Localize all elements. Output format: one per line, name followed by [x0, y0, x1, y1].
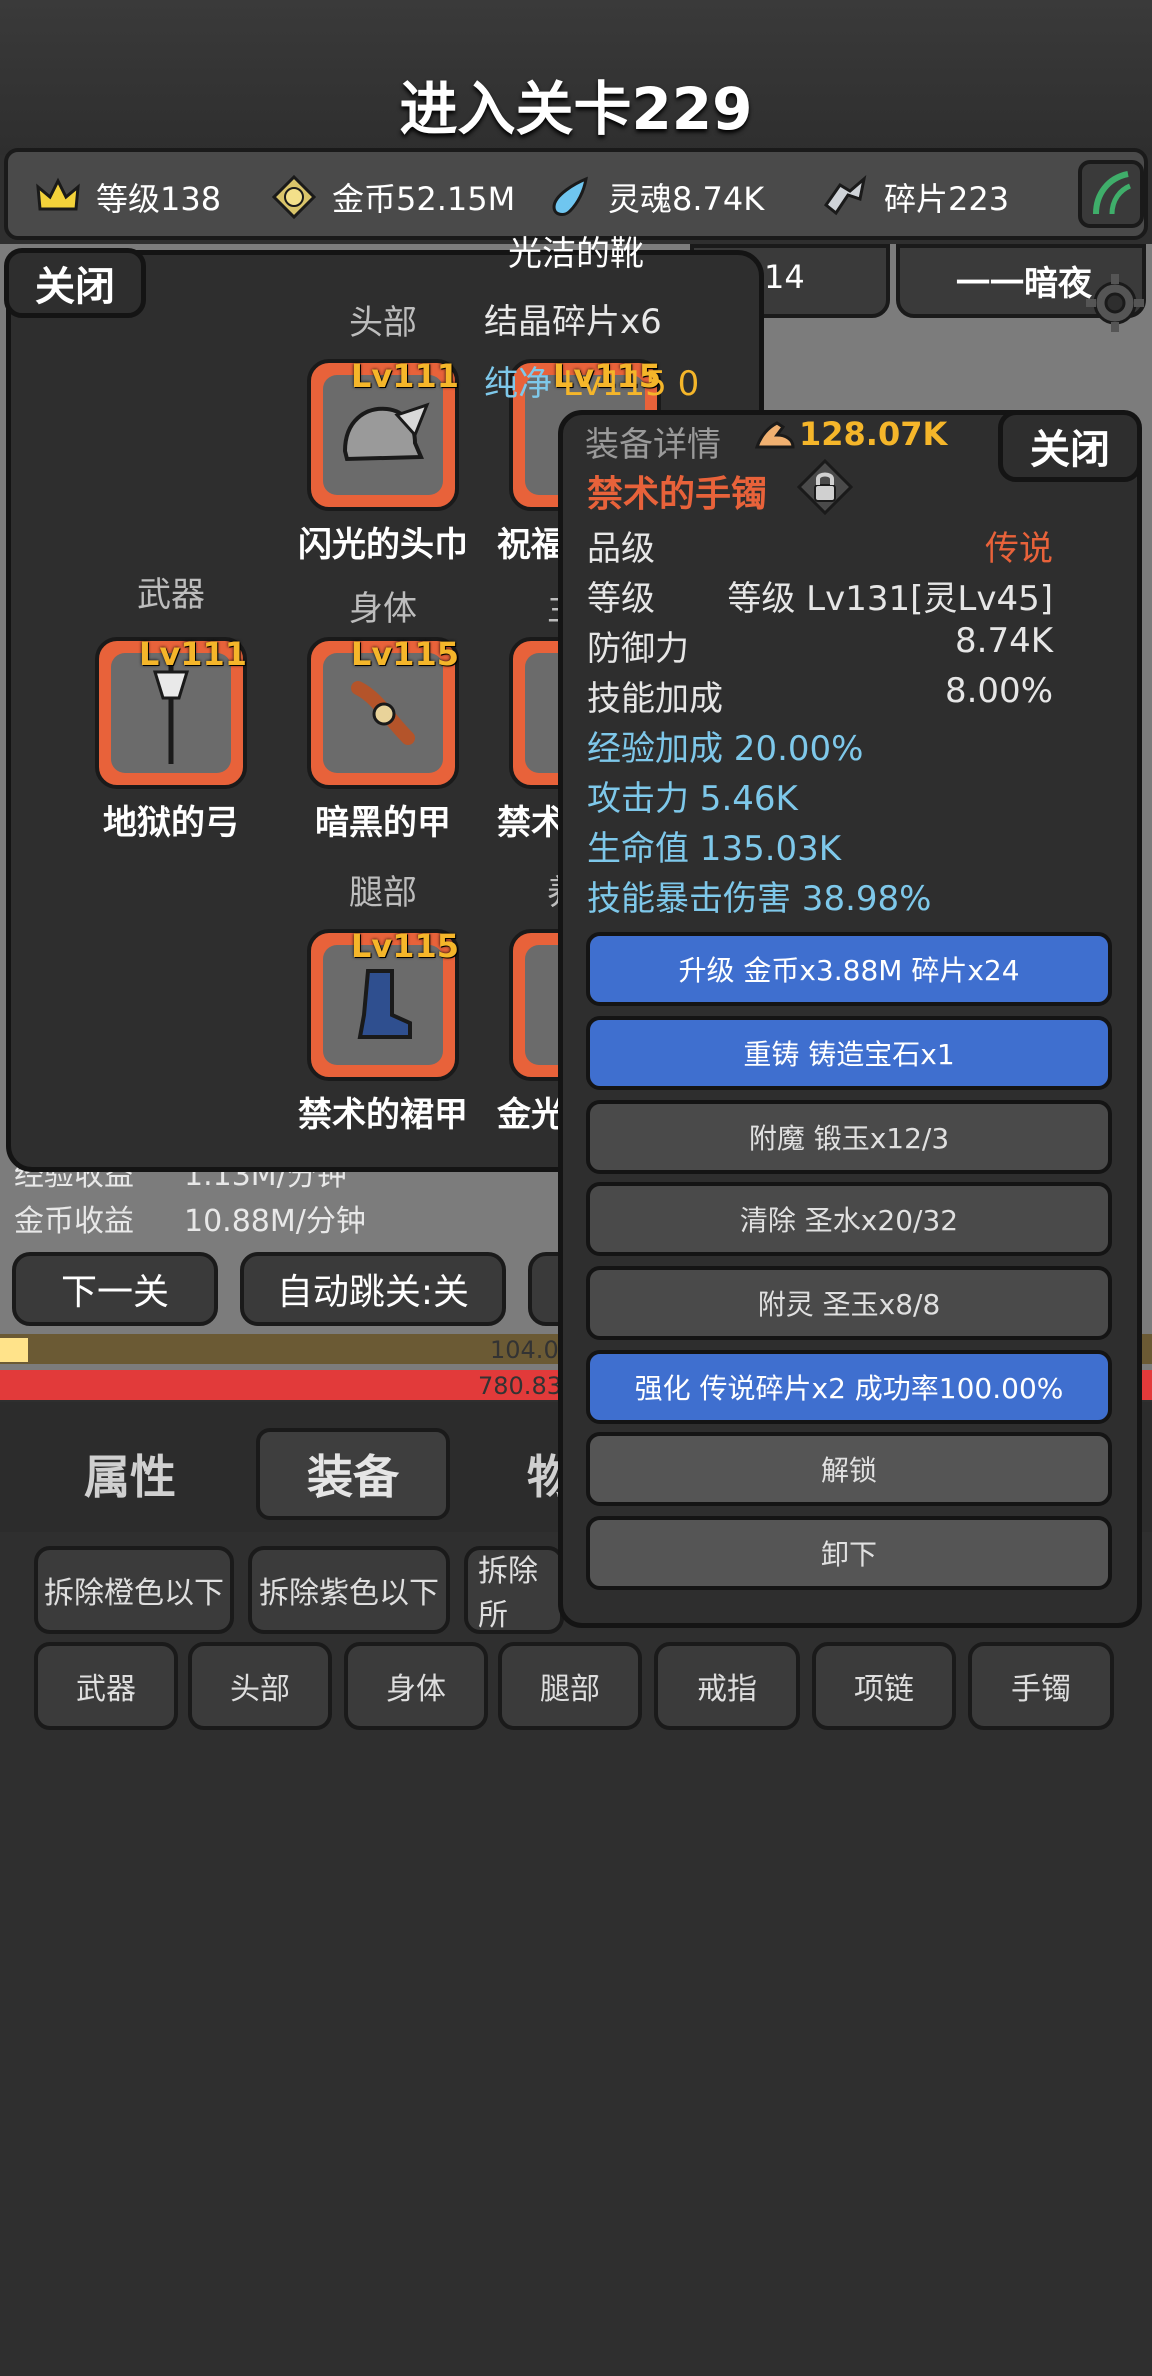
- spirit-attach-button[interactable]: 附灵 圣玉x8/8: [586, 1266, 1112, 1340]
- resource-shards: 碎片223: [822, 174, 1009, 220]
- grade-value: 传说: [985, 529, 1053, 569]
- body-slot[interactable]: Lv115: [307, 635, 459, 789]
- body-label: 身体: [349, 589, 417, 629]
- filter-ring[interactable]: 戒指: [654, 1642, 800, 1730]
- xp-value: 104.0: [490, 1336, 559, 1364]
- legs-slot[interactable]: Lv115: [307, 927, 459, 1081]
- detail-header: 装备详情: [585, 425, 721, 465]
- dismantle-all-button[interactable]: 拆除所: [464, 1546, 564, 1634]
- clear-button[interactable]: 清除 圣水x20/32: [586, 1182, 1112, 1256]
- scene-tab-2-label: 一一暗夜: [956, 264, 1092, 304]
- tooltip-purity-level: Lv115 0: [562, 364, 700, 404]
- leaf-icon: [1093, 171, 1132, 215]
- unequip-button[interactable]: 卸下: [586, 1516, 1112, 1590]
- close-equipment-button[interactable]: 关闭: [4, 248, 146, 318]
- filter-necklace[interactable]: 项链: [812, 1642, 956, 1730]
- legs-level: Lv115: [350, 927, 459, 965]
- shard-icon: [822, 173, 870, 221]
- filter-legs[interactable]: 腿部: [498, 1642, 642, 1730]
- weapon-item-name: 地狱的弓: [103, 803, 239, 843]
- reforge-button[interactable]: 重铸 铸造宝石x1: [586, 1016, 1112, 1090]
- level-label: 等级: [587, 579, 655, 619]
- tooltip-material: 结晶碎片x6: [484, 302, 662, 342]
- gear-icon[interactable]: [1084, 272, 1146, 334]
- weapon-label: 武器: [137, 575, 205, 615]
- weapon-slot[interactable]: Lv111: [95, 635, 247, 789]
- bonus-skill-crit: 技能暴击伤害 38.98%: [587, 879, 932, 919]
- strengthen-button[interactable]: 强化 传说碎片x2 成功率100.00%: [586, 1350, 1112, 1424]
- unlock-button[interactable]: 解锁: [586, 1432, 1112, 1506]
- menu-button[interactable]: [1078, 160, 1144, 228]
- filter-body[interactable]: 身体: [344, 1642, 488, 1730]
- level-text: 等级138: [96, 180, 222, 218]
- head-item-name: 闪光的头巾: [298, 525, 468, 565]
- close-detail-button[interactable]: 关闭: [998, 410, 1142, 482]
- dismantle-below-purple-button[interactable]: 拆除紫色以下: [248, 1546, 450, 1634]
- soul-text: 灵魂8.74K: [608, 180, 765, 218]
- filter-head[interactable]: 头部: [188, 1642, 332, 1730]
- gold-income-label: 金币收益: [14, 1204, 134, 1239]
- accessory-3-name: 金光: [497, 1095, 565, 1135]
- gold-text: 金币52.15M: [332, 180, 516, 218]
- upgrade-button[interactable]: 升级 金币x3.88M 碎片x24: [586, 932, 1112, 1006]
- accessory-1-name: 祝福: [497, 525, 565, 565]
- scene-tab-1-label: 14: [764, 258, 805, 296]
- tooltip-purity: 纯净 Lv115 0: [484, 356, 699, 405]
- combat-power: 128.07K: [799, 415, 948, 453]
- body-level: Lv115: [350, 635, 459, 673]
- hp-value: 780.83: [478, 1372, 562, 1400]
- strength-icon: [751, 411, 799, 459]
- coin-icon: [270, 173, 318, 221]
- enchant-button[interactable]: 附魔 锻玉x12/3: [586, 1100, 1112, 1174]
- bonus-exp: 经验加成 20.00%: [587, 729, 864, 769]
- accessory-2-name: 禁术: [497, 803, 565, 843]
- auto-jump-button[interactable]: 自动跳关:关: [240, 1252, 506, 1326]
- bonus-hp: 生命值 135.03K: [587, 829, 842, 869]
- filter-bracelet[interactable]: 手镯: [968, 1642, 1114, 1730]
- body-item-name: 暗黑的甲: [315, 803, 451, 843]
- skill-bonus-value: 8.00%: [944, 671, 1053, 711]
- legs-item-name: 禁术的裙甲: [298, 1095, 468, 1135]
- xp-bar-fill: [0, 1338, 28, 1362]
- soul-icon: [546, 173, 594, 221]
- head-label: 头部: [349, 303, 417, 343]
- skill-bonus-label: 技能加成: [587, 679, 723, 719]
- filter-weapon[interactable]: 武器: [34, 1642, 178, 1730]
- tooltip-item-name: 光洁的靴: [508, 234, 644, 274]
- resource-gold: 金币52.15M: [270, 174, 515, 220]
- crown-icon: [34, 173, 82, 221]
- grade-label: 品级: [587, 529, 655, 569]
- level-value: 等级 Lv131[灵Lv45]: [727, 579, 1053, 619]
- tooltip-purity-label: 纯净: [484, 364, 552, 404]
- resource-level: 等级138: [34, 174, 221, 220]
- resource-soul: 灵魂8.74K: [546, 174, 764, 220]
- lock-icon[interactable]: [795, 457, 855, 517]
- bonus-attack: 攻击力 5.46K: [587, 779, 798, 819]
- tab-attributes[interactable]: 属性: [40, 1430, 220, 1518]
- next-stage-button[interactable]: 下一关: [12, 1252, 218, 1326]
- dismantle-below-orange-button[interactable]: 拆除橙色以下: [34, 1546, 234, 1634]
- tab-equipment[interactable]: 装备: [256, 1428, 450, 1520]
- detail-item-name: 禁术的手镯: [587, 474, 768, 515]
- weapon-level: Lv111: [138, 635, 247, 673]
- defense-value: 8.74K: [955, 621, 1053, 661]
- legs-label: 腿部: [349, 873, 417, 913]
- head-level: Lv111: [350, 357, 459, 395]
- shards-text: 碎片223: [884, 180, 1010, 218]
- head-slot[interactable]: Lv111: [307, 357, 459, 511]
- gold-income-value: 10.88M/分钟: [184, 1204, 366, 1239]
- stage-title: 进入关卡229: [399, 75, 753, 143]
- defense-label: 防御力: [587, 629, 689, 669]
